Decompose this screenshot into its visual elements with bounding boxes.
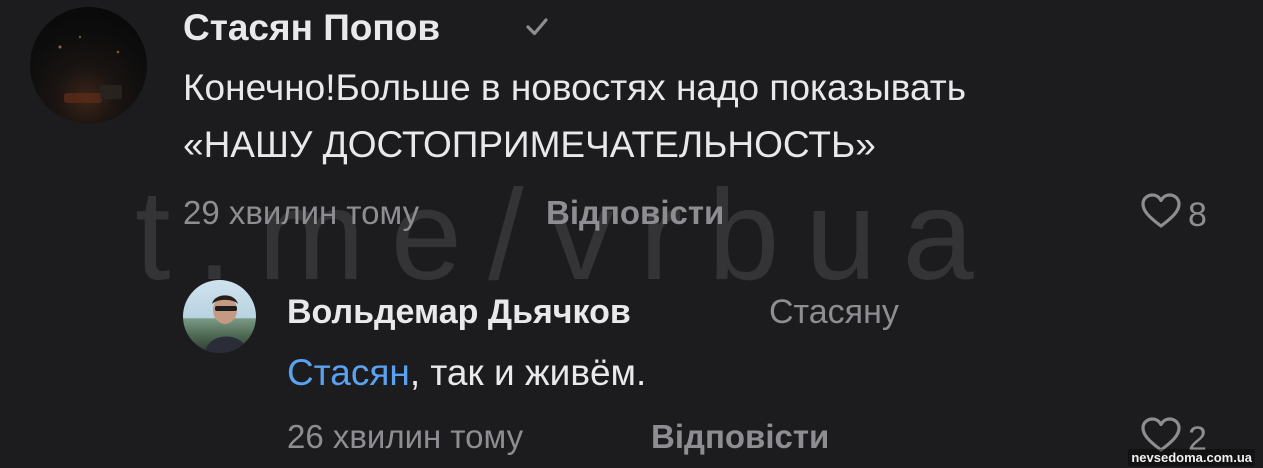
avatar-photo-icon [58,35,122,103]
author-avatar[interactable] [30,7,147,124]
like-button[interactable]: 8 [1140,192,1207,239]
mention-link[interactable]: Стасян [287,352,410,393]
reply-timestamp: 26 хвилин тому [287,418,524,455]
heart-outline-icon [1140,192,1182,239]
checkmark-icon [522,12,552,47]
site-watermark: nevsedoma.com.ua [1128,449,1255,466]
comment-text-line-2: «НАШУ ДОСТОПРИМЕЧАТЕЛЬНОСТЬ» [183,124,876,165]
channel-watermark: t.me/vrbua [135,164,1000,307]
reply-reply-button[interactable]: Відповісти [651,418,829,456]
comment-text-line-1: Конечно!Больше в новостях надо показыват… [183,67,966,108]
like-count: 8 [1188,196,1207,234]
comment-author-name[interactable]: Стасян Попов [183,7,440,49]
reply-text: Стасян, так и живём. [287,348,646,398]
reply-text-rest: , так и живём. [409,352,647,393]
